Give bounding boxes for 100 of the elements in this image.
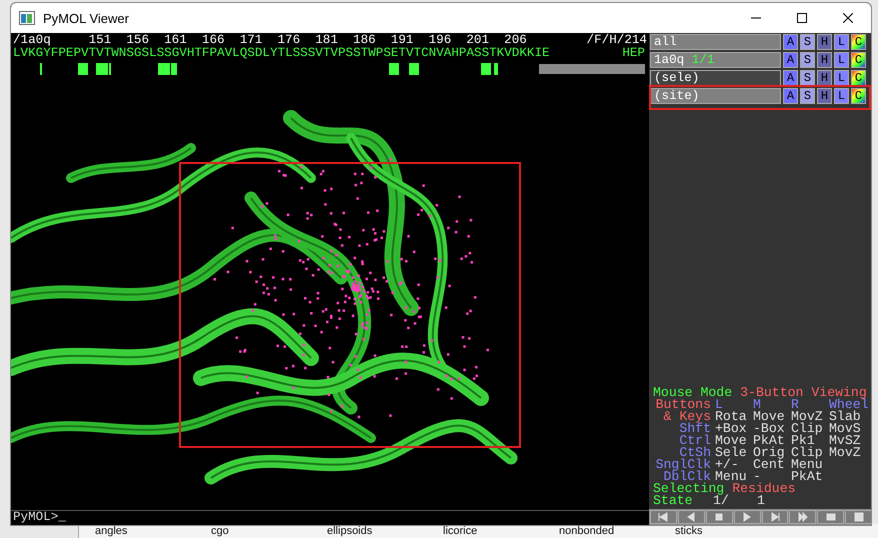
mouse-mode-text: -Box (753, 423, 786, 435)
play-icon (742, 512, 752, 522)
residue-number: 171 (240, 34, 264, 47)
object-action-button[interactable]: L (834, 52, 849, 68)
mouse-mode-text: Sele (715, 447, 748, 459)
object-name-button[interactable]: (sele) (650, 70, 781, 86)
mouse-mode-text: Selecting (653, 483, 724, 495)
mouse-mode-text: Residues (732, 483, 796, 495)
mouse-mode-text: SnglClk (654, 459, 712, 471)
residue-number: 161 (164, 34, 188, 47)
object-action-button[interactable]: C (851, 52, 866, 68)
mouse-mode-text: R (791, 399, 799, 411)
object-action-button[interactable]: A (783, 88, 798, 104)
object-action-button[interactable]: L (834, 70, 849, 86)
mouse-mode-text: Move (715, 435, 748, 447)
object-action-button[interactable]: C (851, 70, 866, 86)
mouse-mode-text: Slab (829, 411, 862, 423)
menu-label[interactable]: nonbonded (543, 524, 659, 538)
mouse-mode-text: +Box (715, 423, 748, 435)
mouse-mode-text: - (753, 471, 761, 483)
mouse-mode-text: 1 (757, 495, 766, 507)
fast-forward-button[interactable] (789, 510, 816, 524)
app-icon (19, 11, 35, 25)
fast-forward-icon (798, 512, 808, 522)
mouse-mode-text: Cent (753, 459, 786, 471)
mouse-mode-text: Mouse Mode (653, 387, 732, 399)
object-name-button[interactable]: all (650, 34, 781, 50)
mouse-mode-text: Menu (791, 459, 824, 471)
mouse-mode-text: +/- (715, 459, 739, 471)
object-action-button[interactable]: S (800, 34, 815, 50)
object-action-button[interactable]: C (851, 34, 866, 50)
window-title: PyMOL Viewer (43, 10, 130, 26)
scrollbar[interactable] (539, 64, 645, 74)
mouse-mode-text: Menu (715, 471, 747, 483)
mouse-mode-text: 1/ (713, 495, 730, 507)
mouse-mode-text: Clip (791, 423, 824, 435)
object-action-button[interactable]: S (800, 52, 815, 68)
residue-sequence[interactable]: HEP (622, 47, 649, 60)
residue-number: 176 (277, 34, 302, 47)
mouse-mode-text: PkAt (753, 435, 786, 447)
menu-label[interactable]: ellipsoids (311, 524, 427, 538)
object-action-button[interactable]: C (851, 88, 866, 104)
mouse-mode-text: Ctrl (678, 435, 712, 447)
step-forward-icon (770, 512, 780, 522)
mouse-mode-text: Rota (715, 411, 748, 423)
object-action-button[interactable]: L (834, 88, 849, 104)
menu-label[interactable]: sticks (659, 524, 775, 538)
mouse-mode-text: Move (753, 411, 786, 423)
stop-button[interactable] (706, 510, 733, 524)
menu-label[interactable]: cgo (195, 524, 311, 538)
object-action-button[interactable]: A (783, 70, 798, 86)
mouse-mode-text: State (653, 495, 693, 507)
rewind-icon (658, 512, 668, 522)
residue-number: 156 (126, 34, 150, 47)
mouse-mode-text: & Keys (662, 411, 712, 423)
maximize-icon (797, 13, 807, 23)
residue-number: 166 (202, 34, 226, 47)
object-action-button[interactable]: A (783, 34, 798, 50)
object-action-button[interactable]: S (800, 70, 815, 86)
object-label: /1a0q (13, 34, 52, 47)
stop-icon (714, 512, 724, 522)
menu-label[interactable]: licorice (427, 524, 543, 538)
step-back-button[interactable] (678, 510, 705, 524)
residue-number: 186 (353, 34, 377, 47)
mouse-mode-text: Orig (753, 447, 786, 459)
object-action-button[interactable]: L (834, 34, 849, 50)
mouse-mode-text: 3-Button Viewing (740, 387, 867, 399)
object-name-button[interactable]: 1a0q 1/1 (650, 52, 781, 68)
residue-number: 201 (466, 34, 490, 47)
object-action-button[interactable]: H (817, 70, 832, 86)
mouse-mode-text: MovS (829, 423, 862, 435)
object-action-button[interactable]: A (783, 52, 798, 68)
fullscreen-button[interactable] (845, 510, 871, 524)
residue-sequence[interactable]: LVKGYFPEPVTVTWNSGSLSSGVHTFPAVLQSDLYTLSSSVTVPSSTWPSETVTCNVAHPASSTKVDKKIE (13, 47, 550, 60)
residue-number: 191 (390, 34, 414, 47)
mouse-mode-text: MvSZ (829, 435, 862, 447)
residue-number: 181 (315, 34, 339, 47)
residue-number: 196 (428, 34, 452, 47)
object-name-button[interactable]: (site) (650, 88, 781, 104)
step-forward-button[interactable] (762, 510, 788, 524)
object-action-button[interactable]: H (817, 34, 832, 50)
movie-button[interactable] (817, 510, 844, 524)
object-action-button[interactable]: S (800, 88, 815, 104)
mouse-mode-text: Wheel (829, 399, 870, 411)
mouse-mode-text: Shft (678, 423, 712, 435)
mouse-mode-text: CtSh (679, 447, 712, 459)
rewind-button[interactable] (650, 510, 677, 524)
mouse-mode-text: PkAt (791, 471, 824, 483)
mouse-mode-text: Pk1 (791, 435, 815, 447)
close-icon (843, 13, 853, 23)
mouse-mode-text: Clip (791, 447, 824, 459)
object-action-button[interactable]: H (817, 88, 832, 104)
play-button[interactable] (734, 510, 760, 524)
mouse-mode-text: DblClk (664, 471, 711, 483)
residue-number: 206 (504, 34, 528, 47)
mouse-mode-text: MovZ (829, 447, 862, 459)
mouse-mode-text: M (753, 399, 761, 411)
menu-label[interactable]: angles (79, 524, 195, 538)
residue-number: 151 (88, 34, 112, 47)
object-action-button[interactable]: H (817, 52, 832, 68)
